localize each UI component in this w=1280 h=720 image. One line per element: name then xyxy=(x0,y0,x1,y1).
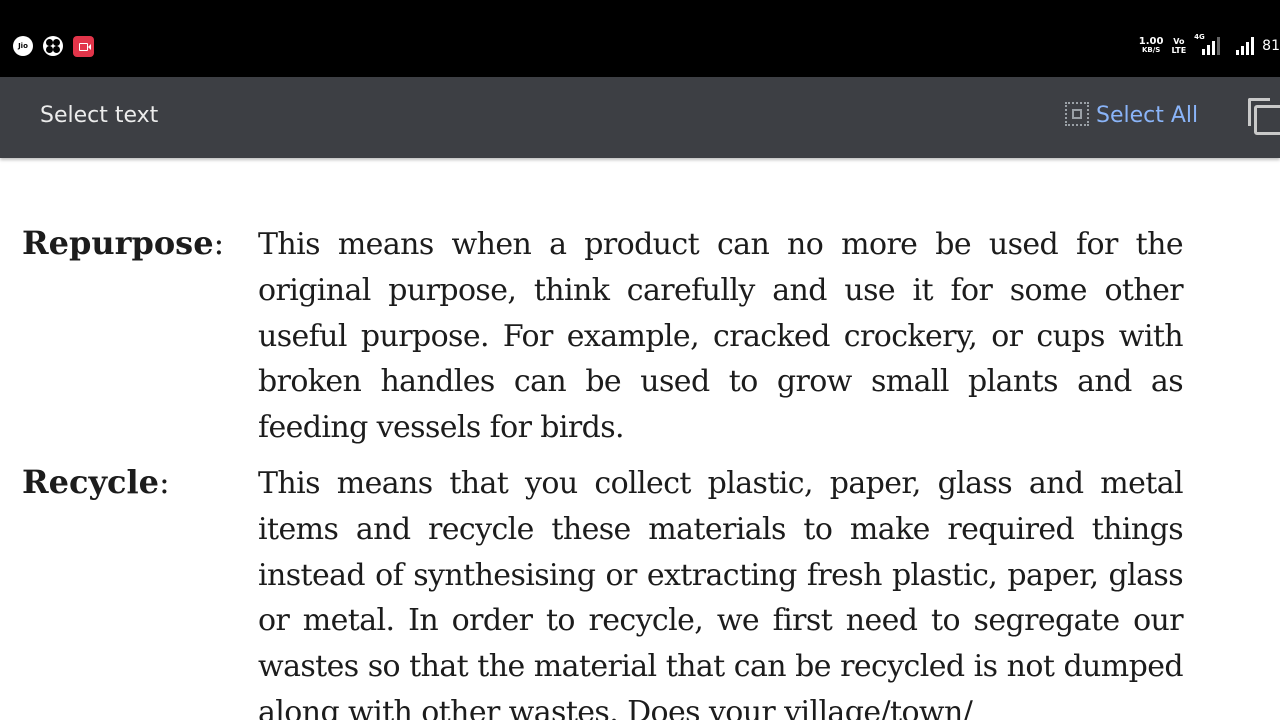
document-content: Repurpose: This means when a product can… xyxy=(0,158,1280,720)
status-bar: Jio 1.00 KB/S Vo LTE 4G 81 xyxy=(0,0,1280,77)
term-recycle[interactable]: Recycle: xyxy=(22,463,170,501)
status-left-icons: Jio xyxy=(13,35,94,57)
copy-icon[interactable] xyxy=(1246,97,1280,137)
network-speed-value: 1.00 xyxy=(1138,36,1164,47)
fan-icon xyxy=(43,36,63,56)
sim2-signal-icon xyxy=(1236,37,1255,55)
status-right-indicators: 1.00 KB/S Vo LTE 4G 81 xyxy=(1139,33,1280,57)
text-selection-action-bar: Select text Select All xyxy=(0,77,1280,158)
select-all-button[interactable]: Select All xyxy=(1064,101,1198,129)
volte-icon: Vo LTE xyxy=(1171,37,1186,55)
select-all-label: Select All xyxy=(1096,102,1199,128)
volte-bottom-label: LTE xyxy=(1171,46,1187,55)
term-label: Repurpose xyxy=(22,224,214,262)
term-colon: : xyxy=(213,224,225,262)
volte-top-label: Vo xyxy=(1173,37,1185,46)
network-speed: 1.00 KB/S xyxy=(1139,37,1164,55)
definition-recycle[interactable]: This means that you collect plastic, pap… xyxy=(258,461,1184,720)
jio-icon: Jio xyxy=(13,36,33,56)
jio-label: Jio xyxy=(18,42,28,50)
term-label: Recycle xyxy=(22,463,160,501)
sim1-signal-icon: 4G xyxy=(1194,33,1221,55)
action-bar-title: Select text xyxy=(40,103,159,128)
screen-recorder-icon xyxy=(73,35,94,57)
select-all-icon xyxy=(1064,101,1092,129)
definition-repurpose[interactable]: This means when a product can no more be… xyxy=(258,222,1184,451)
term-colon: : xyxy=(159,463,170,501)
term-repurpose[interactable]: Repurpose: xyxy=(22,224,224,262)
network-speed-unit: KB/S xyxy=(1141,46,1161,54)
battery-level: 81 xyxy=(1262,38,1280,54)
network-type-label: 4G xyxy=(1194,33,1205,41)
